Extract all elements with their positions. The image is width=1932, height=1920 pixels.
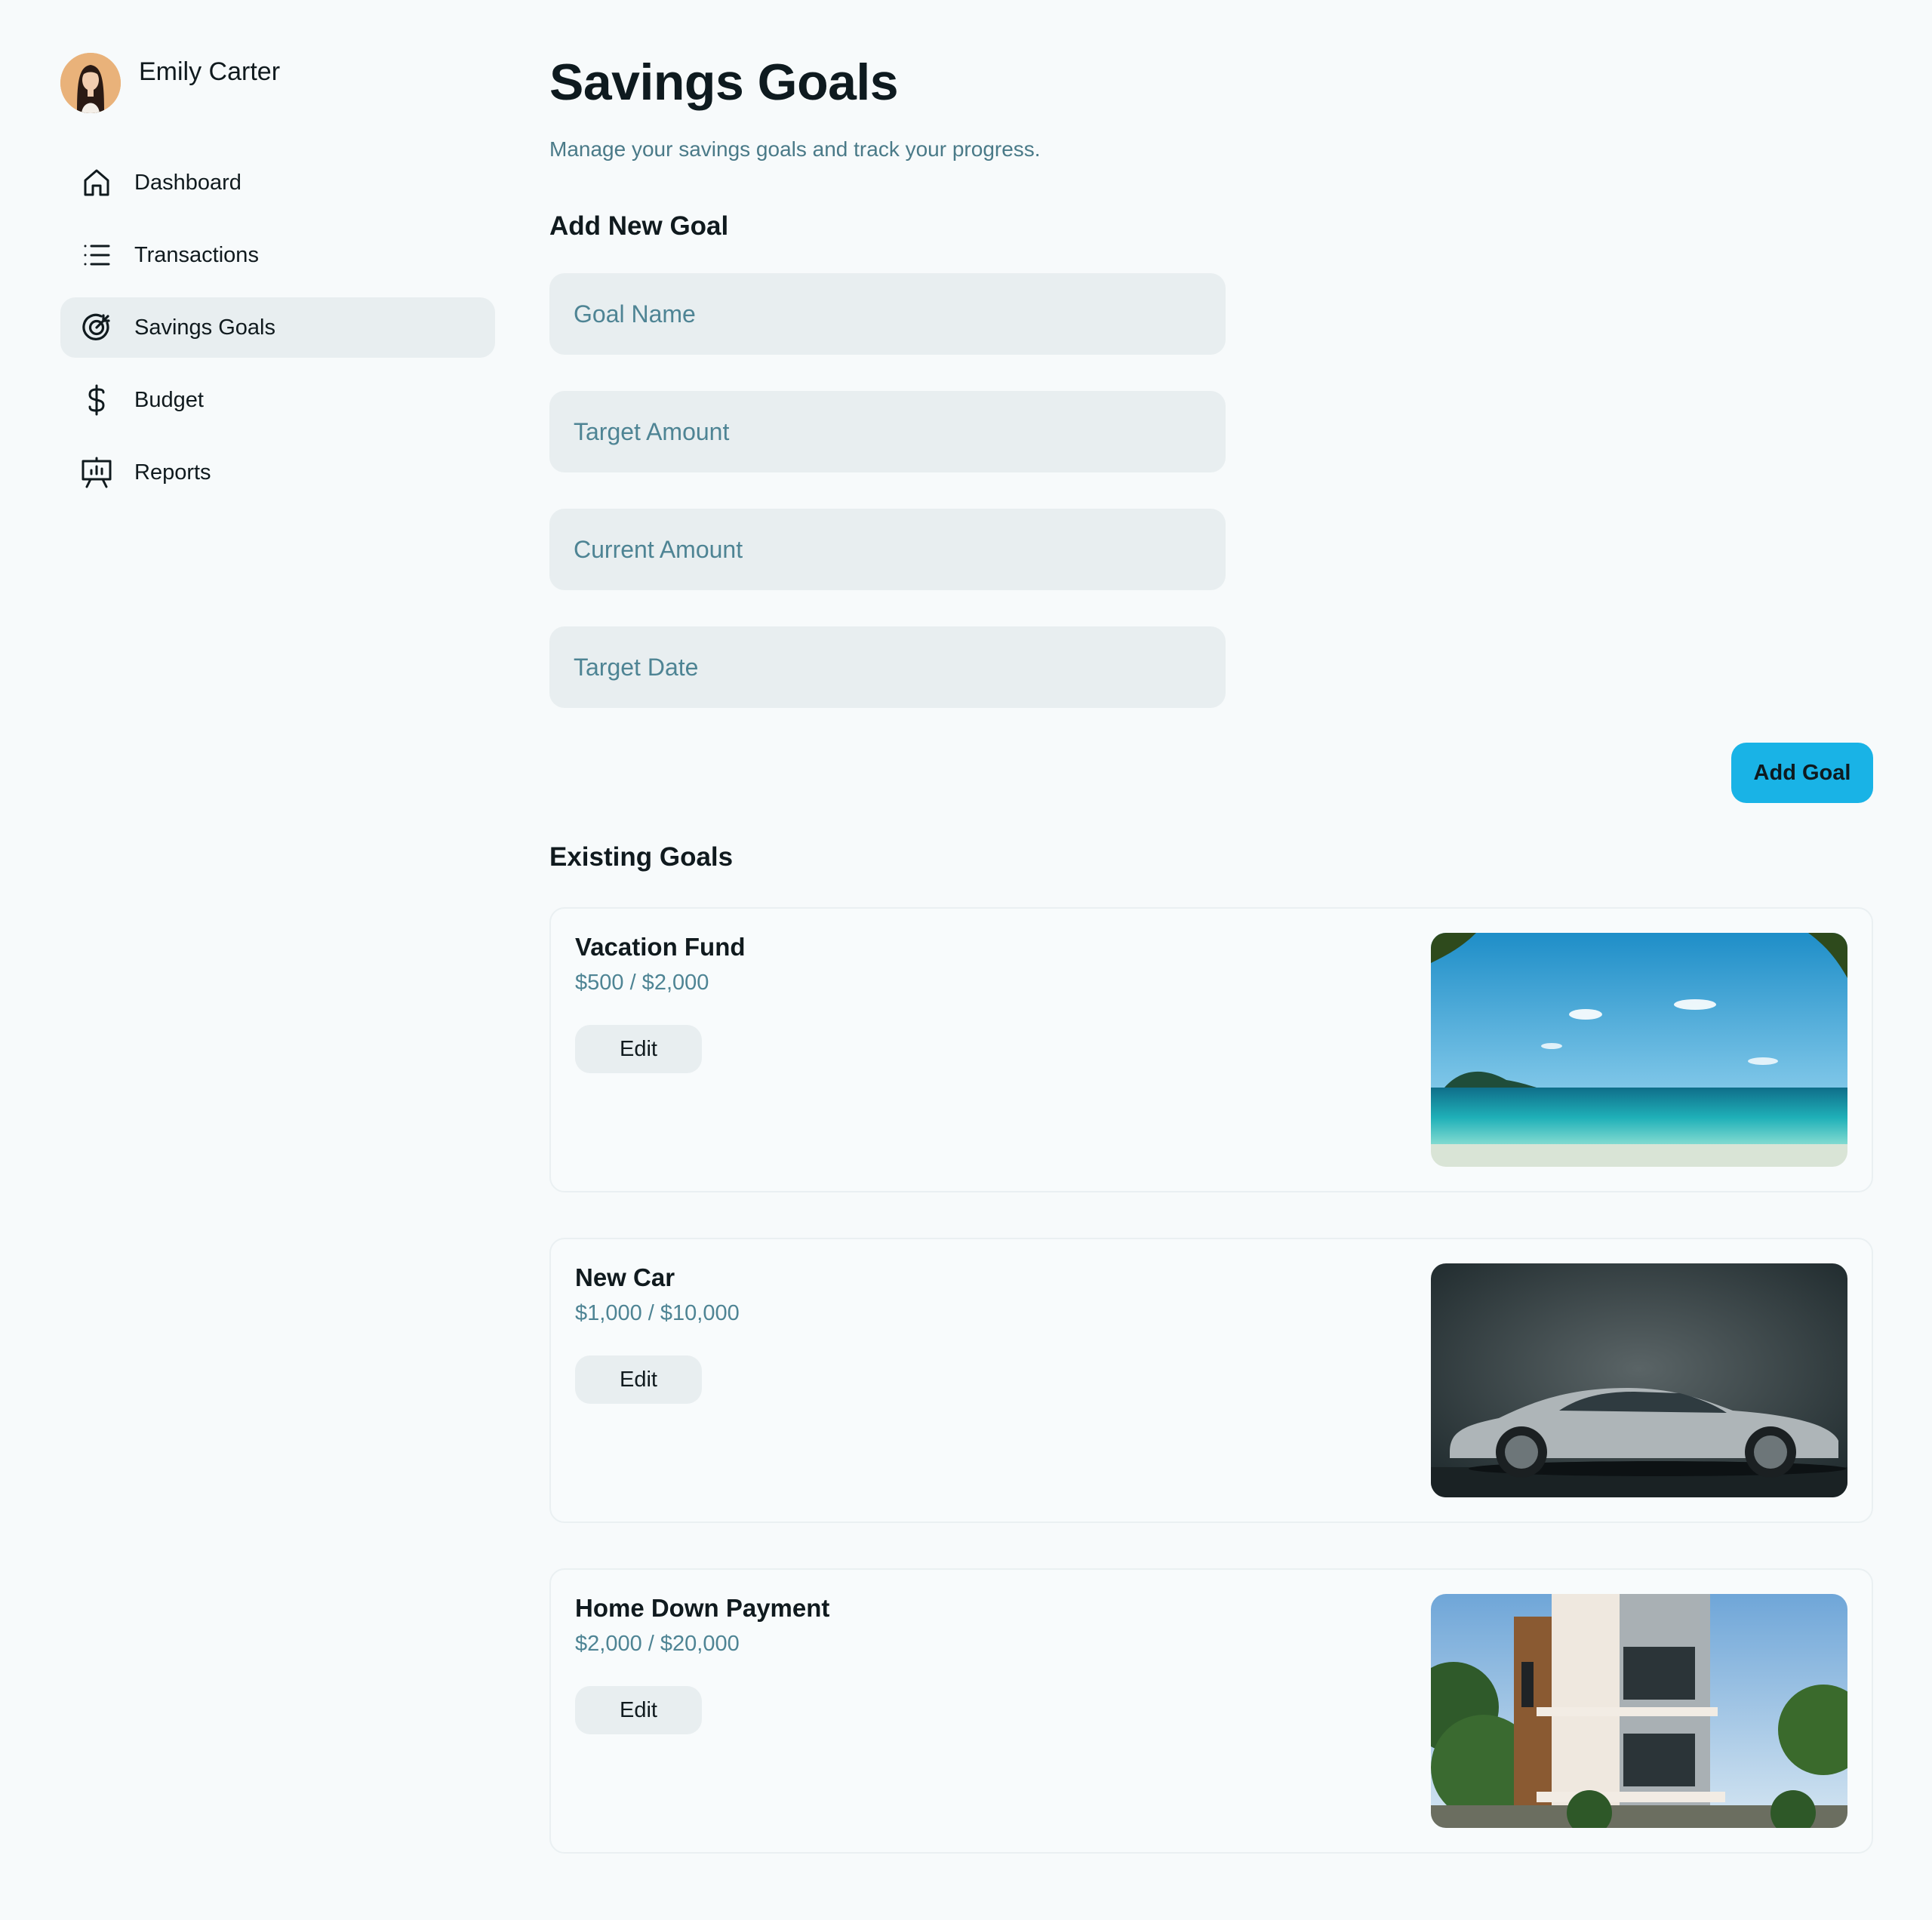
goal-name-input[interactable] [549,273,1226,355]
goal-amount: $1,000 / $10,000 [575,1301,740,1325]
add-goal-heading: Add New Goal [549,211,729,241]
goal-name: New Car [575,1263,675,1291]
goal-amount: $2,000 / $20,000 [575,1632,740,1656]
goals-list: Vacation Fund $500 / $2,000 Edit New Car… [549,907,1873,1854]
sidebar-item-budget[interactable]: Budget [60,370,495,430]
target-date-input[interactable] [549,626,1226,708]
current-amount-input[interactable] [549,509,1226,590]
goal-card-home-down-payment: Home Down Payment $2,000 / $20,000 Edit [549,1568,1873,1854]
page-subtitle: Manage your savings goals and track your… [549,137,1041,161]
target-icon [80,311,113,344]
main-content: Savings Goals Manage your savings goals … [549,53,1873,1899]
sidebar-item-savings-goals[interactable]: Savings Goals [60,297,495,358]
target-amount-input[interactable] [549,391,1226,472]
beach-image [1431,933,1847,1167]
add-goal-button[interactable]: Add Goal [1731,743,1873,803]
list-icon [80,238,113,272]
sidebar-item-label: Budget [134,387,204,412]
edit-goal-button[interactable]: Edit [575,1025,702,1073]
edit-goal-button[interactable]: Edit [575,1686,702,1734]
existing-goals-heading: Existing Goals [549,842,734,872]
add-goal-actions: Add Goal [549,743,1873,803]
avatar[interactable] [60,53,121,113]
sidebar: Emily Carter Dashboard Transactions Savi… [60,53,495,515]
home-icon [80,166,113,199]
sidebar-item-label: Transactions [134,242,259,267]
add-goal-form [549,273,1226,708]
goal-card-new-car: New Car $1,000 / $10,000 Edit [549,1238,1873,1523]
sidebar-item-transactions[interactable]: Transactions [60,225,495,285]
goal-card-vacation-fund: Vacation Fund $500 / $2,000 Edit [549,907,1873,1192]
edit-goal-button[interactable]: Edit [575,1355,702,1404]
dollar-icon [80,383,113,417]
goal-amount: $500 / $2,000 [575,971,709,995]
sidebar-item-label: Reports [134,460,211,485]
goal-name: Home Down Payment [575,1594,830,1622]
sidebar-item-dashboard[interactable]: Dashboard [60,152,495,213]
goal-name: Vacation Fund [575,933,746,961]
car-image [1431,1263,1847,1497]
sidebar-item-label: Dashboard [134,170,242,195]
page-title: Savings Goals [549,54,899,111]
user-name: Emily Carter [139,57,281,86]
user-profile[interactable]: Emily Carter [60,53,495,115]
presentation-chart-icon [80,456,113,489]
house-image [1431,1594,1847,1828]
sidebar-item-reports[interactable]: Reports [60,442,495,503]
sidebar-item-label: Savings Goals [134,315,275,340]
